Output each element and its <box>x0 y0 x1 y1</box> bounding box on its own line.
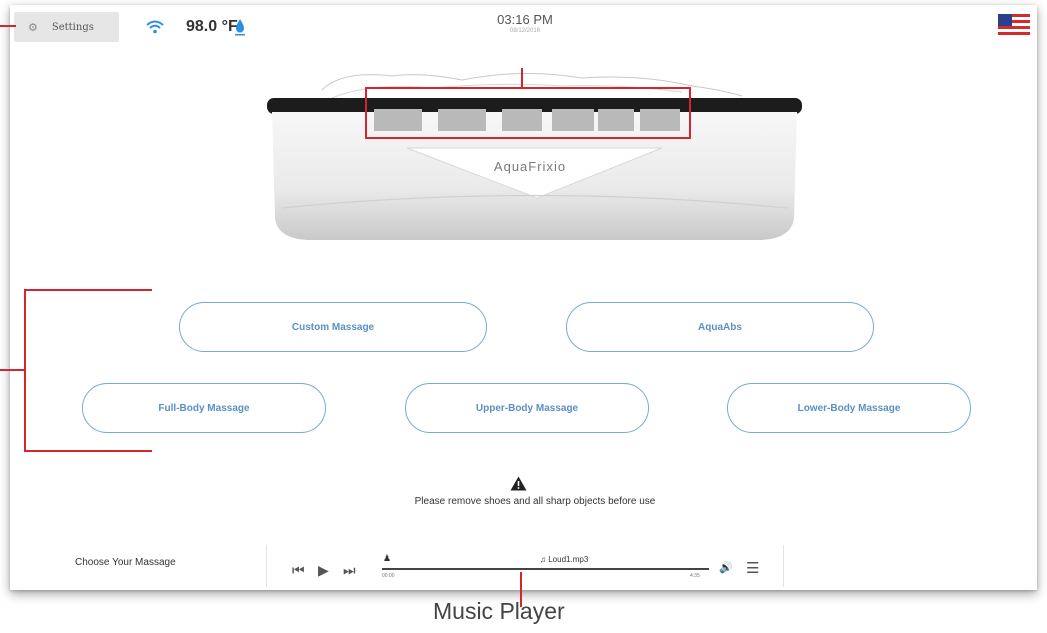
music-player-annotation: Music Player <box>433 598 565 624</box>
annotation-overlay <box>0 25 522 607</box>
